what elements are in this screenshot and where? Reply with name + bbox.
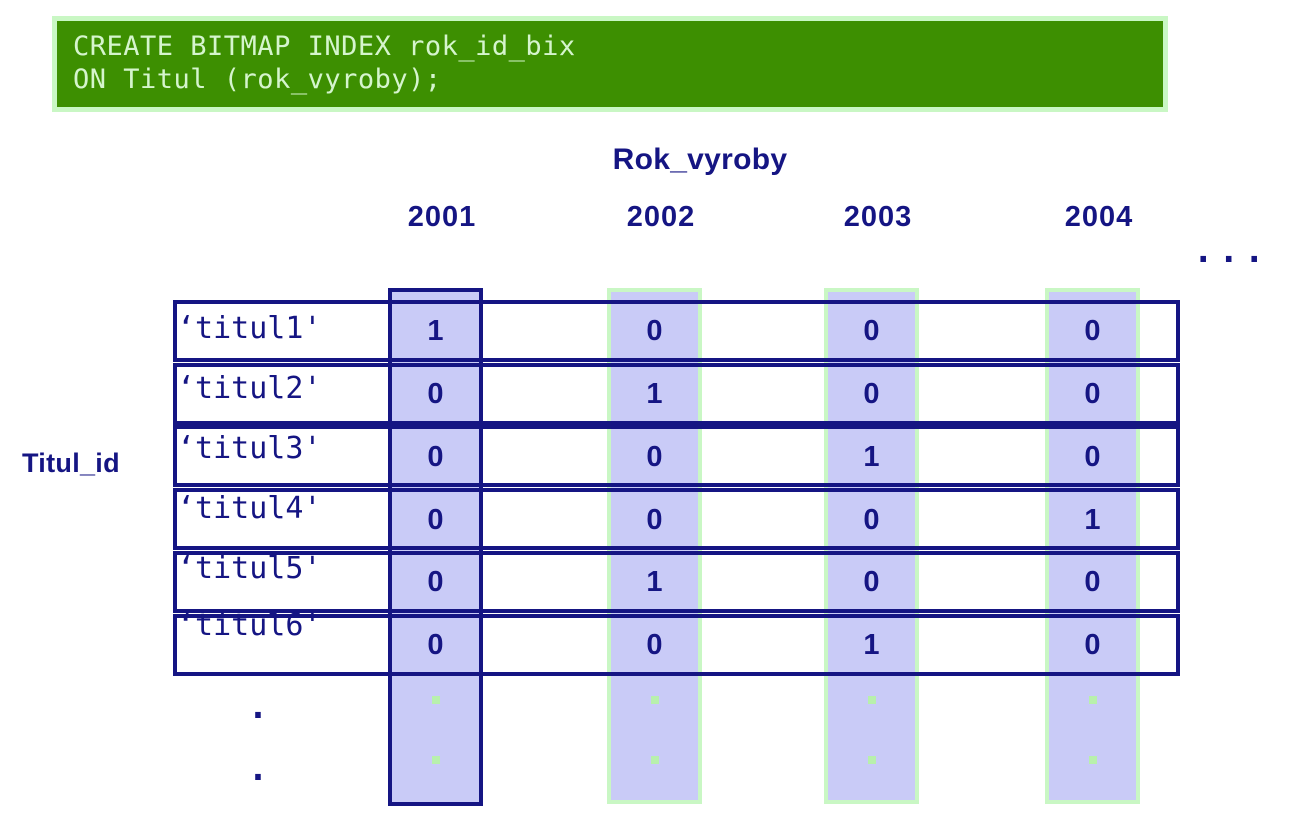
bit-cell-titul1-2002: 0 — [646, 315, 663, 347]
bit-cell-titul5-2003: 0 — [863, 566, 880, 598]
bit-cell-titul5-2002: 1 — [646, 566, 663, 598]
bit-cell-titul1-2003: 0 — [863, 315, 880, 347]
bit-cell-titul6-2002: 0 — [646, 629, 663, 661]
row-group-title: Titul_id — [22, 448, 120, 478]
column-continuation-dot — [1088, 696, 1097, 704]
sql-code-block: CREATE BITMAP INDEX rok_id_bix ON Titul … — [52, 16, 1168, 112]
bit-cell-titul6-2001: 0 — [427, 629, 444, 661]
row-label-titul4: ‘titul4' — [177, 491, 322, 526]
bit-cell-titul3-2004: 0 — [1084, 441, 1101, 473]
bit-cell-titul2-2004: 0 — [1084, 378, 1101, 410]
bit-cell-titul4-2002: 0 — [646, 504, 663, 536]
sql-statement-text: CREATE BITMAP INDEX rok_id_bix ON Titul … — [73, 31, 576, 95]
bit-cell-titul3-2002: 0 — [646, 441, 663, 473]
row-label-titul2: ‘titul2' — [177, 371, 322, 406]
column-continuation-dot — [431, 756, 440, 764]
bitmap-index-diagram: CREATE BITMAP INDEX rok_id_bix ON Titul … — [0, 0, 1293, 831]
bit-cell-titul4-2004: 1 — [1084, 504, 1101, 536]
header-ellipsis: ... — [1193, 231, 1270, 271]
row-continuation-dot: . — [247, 749, 269, 789]
bit-cell-titul2-2003: 0 — [863, 378, 880, 410]
row-label-titul6: ‘titul6' — [177, 608, 322, 643]
column-header-2003: 2003 — [843, 201, 913, 233]
column-header-2004: 2004 — [1064, 201, 1134, 233]
row-continuation-ellipsis: . . — [238, 676, 278, 800]
bit-cell-titul6-2003: 1 — [863, 629, 880, 661]
column-continuation-dot — [431, 696, 440, 704]
bit-cell-titul3-2001: 0 — [427, 441, 444, 473]
bit-cell-titul3-2003: 1 — [863, 441, 880, 473]
column-continuation-dot — [867, 696, 876, 704]
bit-cell-titul5-2004: 0 — [1084, 566, 1101, 598]
column-continuation-dot — [867, 756, 876, 764]
column-group-title: Rok_vyroby — [612, 143, 788, 176]
row-label-titul1: ‘titul1' — [177, 311, 322, 346]
column-header-2002: 2002 — [626, 201, 696, 233]
bit-cell-titul2-2002: 1 — [646, 378, 663, 410]
column-continuation-dot — [650, 756, 659, 764]
bit-cell-titul4-2001: 0 — [427, 504, 444, 536]
bit-cell-titul4-2003: 0 — [863, 504, 880, 536]
bit-cell-titul6-2004: 0 — [1084, 629, 1101, 661]
column-header-2001: 2001 — [407, 201, 477, 233]
row-label-titul3: ‘titul3' — [177, 431, 322, 466]
bit-cell-titul2-2001: 0 — [427, 378, 444, 410]
row-label-titul5: ‘titul5' — [177, 551, 322, 586]
bit-cell-titul1-2004: 0 — [1084, 315, 1101, 347]
bit-cell-titul5-2001: 0 — [427, 566, 444, 598]
column-continuation-dot — [650, 696, 659, 704]
bit-cell-titul1-2001: 1 — [427, 315, 444, 347]
column-continuation-dot — [1088, 756, 1097, 764]
row-continuation-dot: . — [247, 687, 269, 727]
